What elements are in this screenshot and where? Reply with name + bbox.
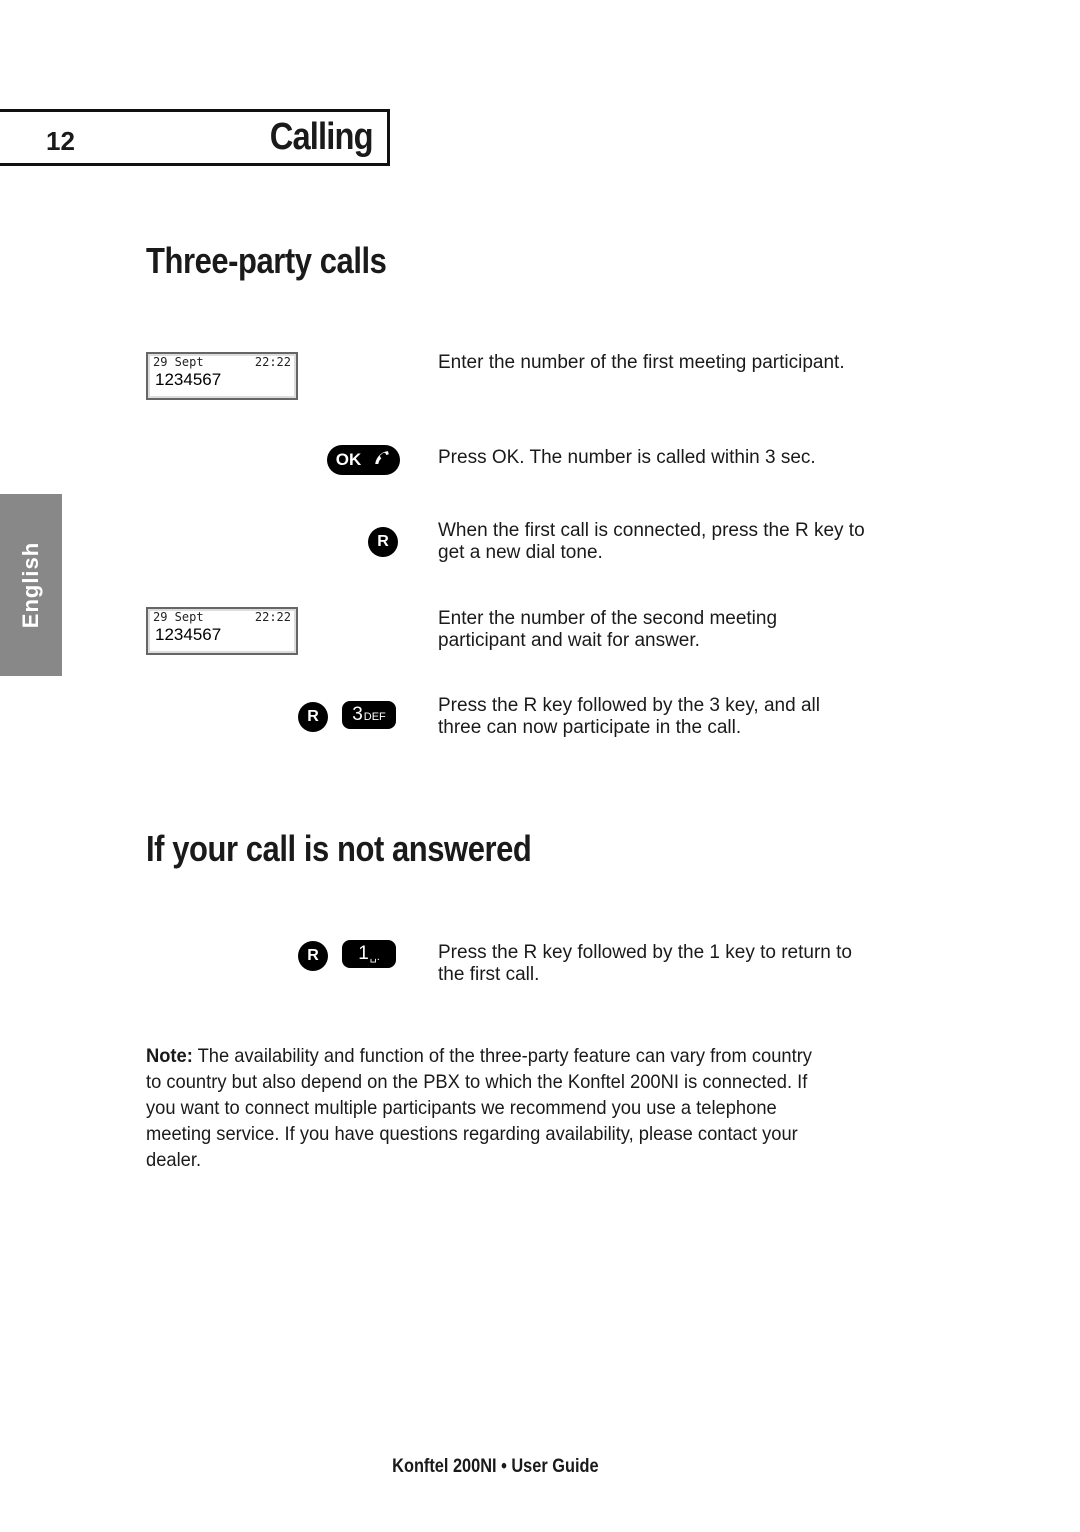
r-key: R — [368, 527, 398, 557]
step-text: Enter the number of the first meeting pa… — [438, 352, 845, 373]
section-title-three-party-calls: Three-party calls — [146, 240, 387, 281]
note-paragraph: Note: The availability and function of t… — [146, 1043, 832, 1173]
r-key: R — [298, 941, 328, 971]
step-text: When the first call is connected, press … — [438, 520, 865, 563]
display-time: 22:22 — [254, 355, 291, 369]
display-number: 1234567 — [155, 370, 222, 389]
ok-key-label: OK — [335, 450, 362, 469]
chapter-title: Calling — [270, 116, 374, 158]
phone-display: 29 Sept 22:22 1234567 — [146, 607, 298, 655]
step-text: Enter the number of the second meeting p… — [438, 608, 778, 651]
phone-handset-icon — [373, 449, 391, 472]
step-text: Press OK. The number is called within 3 … — [438, 447, 816, 468]
step-text: Press the R key followed by the 1 key to… — [438, 942, 852, 985]
phone-display: 29 Sept 22:22 1234567 — [146, 352, 298, 400]
key-1: 1 ␣. — [342, 940, 396, 968]
r-key: R — [298, 702, 328, 732]
language-tab: English — [0, 494, 62, 676]
chapter-header: 12 Calling — [0, 109, 390, 166]
key-letters: DEF — [363, 711, 386, 723]
key-symbols: ␣. — [369, 950, 380, 963]
key-3-def: 3 DEF — [342, 701, 396, 729]
note-label: Note: — [146, 1045, 193, 1067]
step-text: Press the R key followed by the 3 key, a… — [438, 695, 820, 738]
page-number: 12 — [46, 126, 75, 156]
language-tab-label: English — [18, 541, 43, 629]
note-text: The availability and function of the thr… — [146, 1045, 812, 1171]
footer: Konftel 200NI • User Guide — [392, 1456, 599, 1477]
display-date: 29 Sept — [153, 355, 204, 369]
section-title-not-answered: If your call is not answered — [146, 828, 532, 869]
display-time: 22:22 — [254, 610, 291, 624]
display-number: 1234567 — [155, 625, 222, 644]
key-digit: 3 — [352, 704, 363, 725]
ok-key: OK — [327, 445, 400, 475]
key-digit: 1 — [358, 943, 369, 964]
display-date: 29 Sept — [153, 610, 204, 624]
